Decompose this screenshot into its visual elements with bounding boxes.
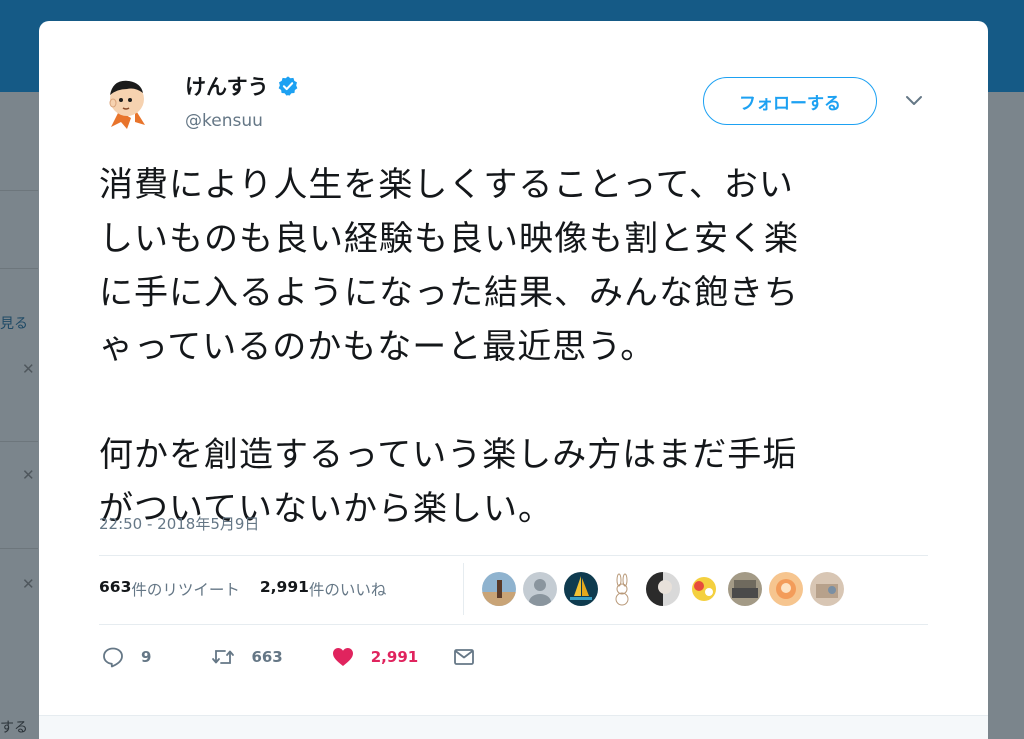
stats-separator — [463, 563, 464, 615]
liker-avatar[interactable] — [646, 572, 680, 606]
background-side-text: する — [0, 720, 28, 736]
liker-avatar[interactable] — [687, 572, 721, 606]
background-close-icon[interactable]: ✕ — [22, 466, 35, 484]
tweet-modal: けんすう @kensuu フォローする 消費により人生を楽しくすることって、おい… — [39, 21, 988, 739]
background-link-text[interactable]: 見る — [0, 313, 28, 333]
like-suffix: 件のいいね — [308, 581, 387, 599]
liker-avatar[interactable] — [605, 572, 639, 606]
liker-avatar[interactable] — [523, 572, 557, 606]
retweet-button[interactable]: 663 — [211, 645, 283, 669]
direct-message-button[interactable] — [452, 645, 476, 669]
liker-avatars — [482, 572, 851, 606]
caret-down-icon[interactable] — [905, 95, 923, 107]
follow-button[interactable]: フォローする — [703, 77, 877, 125]
liker-avatar[interactable] — [769, 572, 803, 606]
retweet-suffix: 件のリツイート — [131, 581, 240, 599]
liker-avatar[interactable] — [564, 572, 598, 606]
like-button[interactable]: 2,991 — [331, 645, 418, 669]
reply-count: 9 — [141, 648, 152, 666]
reply-button[interactable]: 9 — [101, 645, 151, 669]
tweet-stats: 663 件のリツイート 2,991 件のいいね — [99, 578, 386, 600]
retweet-count: 663 — [99, 578, 132, 596]
reply-icon — [103, 647, 123, 668]
tweet-timestamp[interactable]: 22:50 - 2018年5月9日 — [99, 513, 259, 534]
tweet-text: 消費により人生を楽しくすることって、おい しいものも良い経験も良い映像も割と安く… — [99, 165, 799, 529]
like-stat[interactable]: 2,991 件のいいね — [260, 578, 387, 600]
retweet-icon — [212, 650, 235, 664]
reply-area — [39, 715, 988, 739]
background-divider — [0, 190, 38, 191]
divider — [99, 624, 928, 625]
divider — [99, 555, 928, 556]
retweet-stat[interactable]: 663 件のリツイート — [99, 578, 240, 600]
retweet-action-count: 663 — [251, 648, 283, 666]
liker-avatar[interactable] — [728, 572, 762, 606]
background-divider — [0, 268, 38, 269]
heart-icon — [332, 648, 353, 666]
background-page-right — [988, 92, 1024, 739]
background-divider — [0, 441, 38, 442]
user-handle[interactable]: @kensuu — [185, 111, 263, 131]
background-close-icon[interactable]: ✕ — [22, 575, 35, 593]
liker-avatar[interactable] — [482, 572, 516, 606]
background-divider — [0, 548, 38, 549]
background-close-icon[interactable]: ✕ — [22, 360, 35, 378]
tweet-actions: 9 663 2,991 — [101, 645, 476, 669]
like-count: 2,991 — [259, 578, 309, 596]
verified-badge-icon — [278, 76, 297, 96]
like-action-count: 2,991 — [370, 648, 419, 666]
liker-avatar[interactable] — [810, 572, 844, 606]
display-name[interactable]: けんすう — [185, 71, 269, 101]
avatar[interactable] — [99, 73, 159, 133]
envelope-icon — [454, 649, 475, 665]
